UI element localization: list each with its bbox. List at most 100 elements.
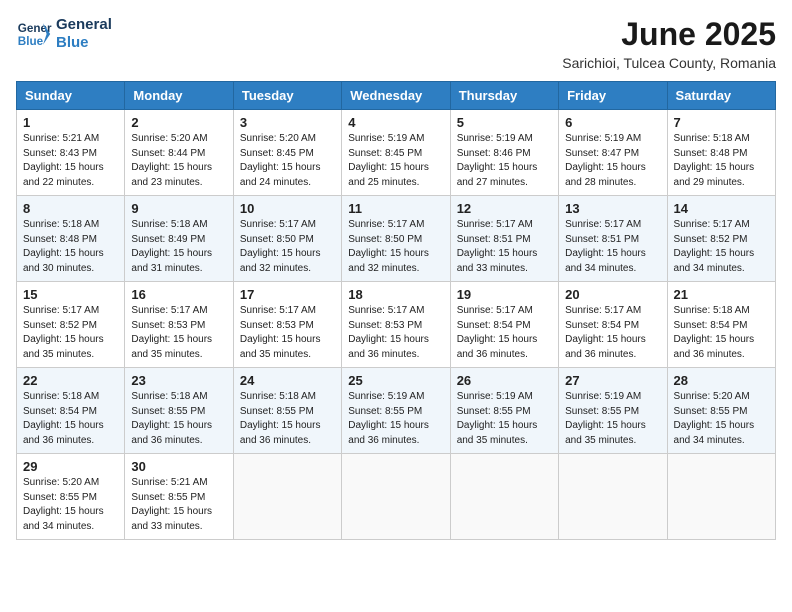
weekday-header-tuesday: Tuesday (233, 82, 341, 110)
logo-icon: General Blue (16, 16, 52, 52)
day-number: 7 (674, 115, 769, 130)
weekday-header-row: SundayMondayTuesdayWednesdayThursdayFrid… (17, 82, 776, 110)
day-info: Sunrise: 5:17 AM Sunset: 8:53 PM Dayligh… (240, 304, 335, 362)
calendar-cell: 11Sunrise: 5:17 AM Sunset: 8:50 PM Dayli… (342, 196, 450, 282)
logo-line1: General (56, 16, 112, 34)
day-info: Sunrise: 5:21 AM Sunset: 8:55 PM Dayligh… (131, 476, 226, 534)
day-number: 13 (565, 201, 660, 216)
day-number: 19 (457, 287, 552, 302)
calendar-cell: 24 Sunrise: 5:18 AM Sunset: 8:55 PM Dayli… (233, 368, 341, 454)
calendar-cell: 12 Sunrise: 5:17 AM Sunset: 8:51 PM Dayli… (450, 196, 558, 282)
day-info: Sunrise: 5:18 AM Sunset: 8:49 PM Dayligh… (131, 218, 226, 276)
day-info: Sunrise: 5:17 AM Sunset: 8:51 PM Dayligh… (457, 218, 552, 276)
title-area: June 2025 Sarichioi, Tulcea County, Roma… (562, 16, 776, 71)
calendar-cell: 26Sunrise: 5:19 AM Sunset: 8:55 PM Dayli… (450, 368, 558, 454)
day-info: Sunrise: 5:20 AM Sunset: 8:44 PM Dayligh… (131, 132, 226, 190)
svg-text:Blue: Blue (18, 35, 44, 48)
day-number: 9 (131, 201, 226, 216)
day-number: 17 (240, 287, 335, 302)
calendar-table: SundayMondayTuesdayWednesdayThursdayFrid… (16, 81, 776, 540)
day-info: Sunrise: 5:18 AM Sunset: 8:48 PM Dayligh… (23, 218, 118, 276)
day-info: Sunrise: 5:17 AM Sunset: 8:50 PM Dayligh… (240, 218, 335, 276)
day-info: Sunrise: 5:19 AM Sunset: 8:47 PM Dayligh… (565, 132, 660, 190)
day-number: 14 (674, 201, 769, 216)
day-number: 20 (565, 287, 660, 302)
day-number: 22 (23, 373, 118, 388)
day-number: 8 (23, 201, 118, 216)
day-info: Sunrise: 5:17 AM Sunset: 8:53 PM Dayligh… (131, 304, 226, 362)
day-info: Sunrise: 5:20 AM Sunset: 8:55 PM Dayligh… (674, 390, 769, 448)
day-number: 29 (23, 459, 118, 474)
calendar-week-row: 8 Sunrise: 5:18 AM Sunset: 8:48 PM Daylig… (17, 196, 776, 282)
calendar-cell: 25Sunrise: 5:19 AM Sunset: 8:55 PM Dayli… (342, 368, 450, 454)
calendar-cell: 10Sunrise: 5:17 AM Sunset: 8:50 PM Dayli… (233, 196, 341, 282)
day-info: Sunrise: 5:17 AM Sunset: 8:54 PM Dayligh… (457, 304, 552, 362)
day-info: Sunrise: 5:18 AM Sunset: 8:55 PM Dayligh… (131, 390, 226, 448)
day-number: 6 (565, 115, 660, 130)
day-info: Sunrise: 5:18 AM Sunset: 8:48 PM Dayligh… (674, 132, 769, 190)
day-info: Sunrise: 5:19 AM Sunset: 8:45 PM Dayligh… (348, 132, 443, 190)
weekday-header-thursday: Thursday (450, 82, 558, 110)
calendar-cell: 1 Sunrise: 5:21 AM Sunset: 8:43 PM Daylig… (17, 110, 125, 196)
day-number: 5 (457, 115, 552, 130)
day-info: Sunrise: 5:19 AM Sunset: 8:55 PM Dayligh… (565, 390, 660, 448)
calendar-cell (450, 454, 558, 540)
day-info: Sunrise: 5:17 AM Sunset: 8:53 PM Dayligh… (348, 304, 443, 362)
calendar-cell: 15 Sunrise: 5:17 AM Sunset: 8:52 PM Dayli… (17, 282, 125, 368)
calendar-cell: 9 Sunrise: 5:18 AM Sunset: 8:49 PM Daylig… (125, 196, 233, 282)
day-info: Sunrise: 5:20 AM Sunset: 8:55 PM Dayligh… (23, 476, 118, 534)
weekday-header-sunday: Sunday (17, 82, 125, 110)
calendar-week-row: 29 Sunrise: 5:20 AM Sunset: 8:55 PM Dayli… (17, 454, 776, 540)
day-info: Sunrise: 5:18 AM Sunset: 8:55 PM Dayligh… (240, 390, 335, 448)
day-info: Sunrise: 5:20 AM Sunset: 8:45 PM Dayligh… (240, 132, 335, 190)
calendar-cell: 3 Sunrise: 5:20 AM Sunset: 8:45 PM Daylig… (233, 110, 341, 196)
calendar-week-row: 22 Sunrise: 5:18 AM Sunset: 8:54 PM Dayli… (17, 368, 776, 454)
day-number: 4 (348, 115, 443, 130)
day-number: 23 (131, 373, 226, 388)
day-info: Sunrise: 5:18 AM Sunset: 8:54 PM Dayligh… (674, 304, 769, 362)
calendar-cell: 13 Sunrise: 5:17 AM Sunset: 8:51 PM Dayli… (559, 196, 667, 282)
calendar-cell (233, 454, 341, 540)
calendar-cell (559, 454, 667, 540)
calendar-cell: 27 Sunrise: 5:19 AM Sunset: 8:55 PM Dayli… (559, 368, 667, 454)
weekday-header-wednesday: Wednesday (342, 82, 450, 110)
calendar-week-row: 15 Sunrise: 5:17 AM Sunset: 8:52 PM Dayli… (17, 282, 776, 368)
day-info: Sunrise: 5:17 AM Sunset: 8:52 PM Dayligh… (23, 304, 118, 362)
calendar-cell: 19 Sunrise: 5:17 AM Sunset: 8:54 PM Dayli… (450, 282, 558, 368)
day-info: Sunrise: 5:19 AM Sunset: 8:46 PM Dayligh… (457, 132, 552, 190)
day-number: 26 (457, 373, 552, 388)
logo-line2: Blue (56, 34, 112, 52)
calendar-week-row: 1 Sunrise: 5:21 AM Sunset: 8:43 PM Daylig… (17, 110, 776, 196)
calendar-cell: 28 Sunrise: 5:20 AM Sunset: 8:55 PM Dayli… (667, 368, 775, 454)
day-info: Sunrise: 5:18 AM Sunset: 8:54 PM Dayligh… (23, 390, 118, 448)
day-number: 11 (348, 201, 443, 216)
day-number: 1 (23, 115, 118, 130)
day-number: 12 (457, 201, 552, 216)
calendar-cell: 20Sunrise: 5:17 AM Sunset: 8:54 PM Dayli… (559, 282, 667, 368)
weekday-header-saturday: Saturday (667, 82, 775, 110)
day-number: 16 (131, 287, 226, 302)
calendar-cell: 23 Sunrise: 5:18 AM Sunset: 8:55 PM Dayli… (125, 368, 233, 454)
weekday-header-friday: Friday (559, 82, 667, 110)
calendar-cell: 14 Sunrise: 5:17 AM Sunset: 8:52 PM Dayli… (667, 196, 775, 282)
calendar-cell: 30 Sunrise: 5:21 AM Sunset: 8:55 PM Dayli… (125, 454, 233, 540)
day-number: 18 (348, 287, 443, 302)
day-info: Sunrise: 5:19 AM Sunset: 8:55 PM Dayligh… (348, 390, 443, 448)
day-number: 28 (674, 373, 769, 388)
weekday-header-monday: Monday (125, 82, 233, 110)
day-number: 3 (240, 115, 335, 130)
location-subtitle: Sarichioi, Tulcea County, Romania (562, 55, 776, 71)
calendar-cell: 2Sunrise: 5:20 AM Sunset: 8:44 PM Daylig… (125, 110, 233, 196)
calendar-cell: 17 Sunrise: 5:17 AM Sunset: 8:53 PM Dayli… (233, 282, 341, 368)
day-number: 27 (565, 373, 660, 388)
month-title: June 2025 (562, 16, 776, 53)
calendar-cell: 18 Sunrise: 5:17 AM Sunset: 8:53 PM Dayli… (342, 282, 450, 368)
day-info: Sunrise: 5:21 AM Sunset: 8:43 PM Dayligh… (23, 132, 118, 190)
day-number: 15 (23, 287, 118, 302)
day-info: Sunrise: 5:17 AM Sunset: 8:52 PM Dayligh… (674, 218, 769, 276)
day-info: Sunrise: 5:17 AM Sunset: 8:51 PM Dayligh… (565, 218, 660, 276)
day-number: 30 (131, 459, 226, 474)
calendar-cell: 5 Sunrise: 5:19 AM Sunset: 8:46 PM Daylig… (450, 110, 558, 196)
day-number: 24 (240, 373, 335, 388)
calendar-cell (342, 454, 450, 540)
